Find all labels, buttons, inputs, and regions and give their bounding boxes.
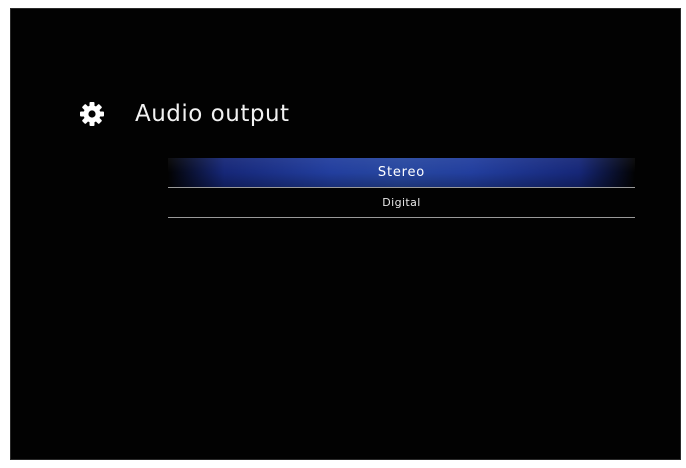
page-title: Audio output xyxy=(135,101,290,127)
menu-item-stereo[interactable]: Stereo xyxy=(168,158,635,187)
tv-screen: Audio output Stereo Digital xyxy=(10,8,681,460)
page-header: Audio output xyxy=(79,97,290,131)
menu-item-digital[interactable]: Digital xyxy=(168,188,635,217)
menu-item-label: Digital xyxy=(382,196,421,209)
audio-output-menu: Stereo Digital xyxy=(168,158,635,218)
divider xyxy=(168,217,635,218)
gear-icon xyxy=(79,101,105,127)
menu-item-label: Stereo xyxy=(377,165,426,180)
